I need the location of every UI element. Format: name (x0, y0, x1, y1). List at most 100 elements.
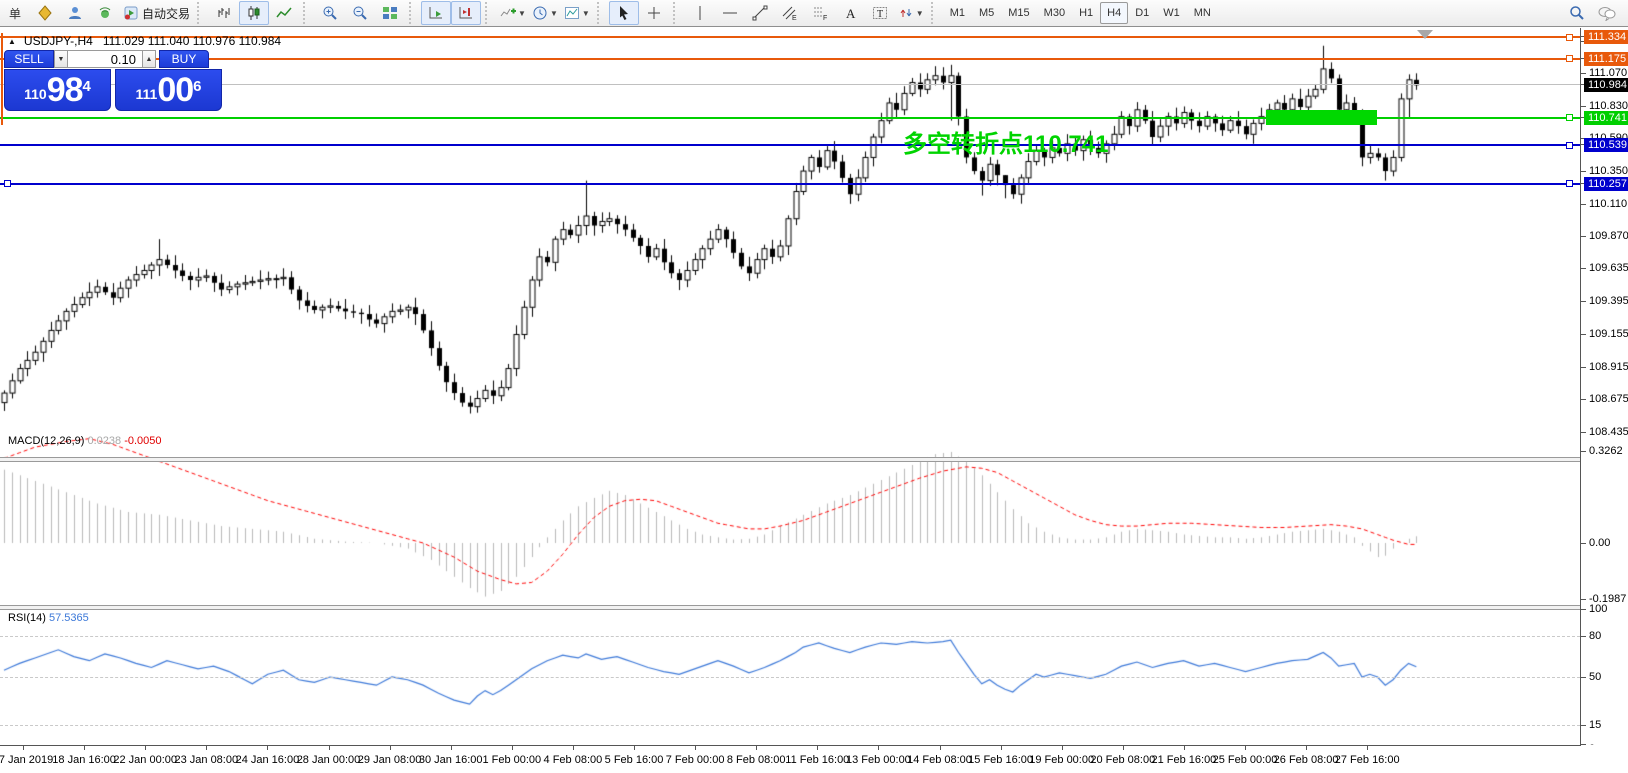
autotrading-button[interactable]: 自动交易 (120, 1, 193, 25)
zoom-in-button[interactable] (315, 1, 345, 25)
rsi-axis-label: 50 (1589, 671, 1601, 683)
price-badge: 110.984 (1584, 78, 1628, 92)
svg-text:F: F (823, 15, 827, 21)
resistance-line-2[interactable] (0, 58, 1580, 60)
signals-button[interactable] (90, 1, 120, 25)
chat-button[interactable] (1592, 1, 1622, 25)
price-tick (1581, 204, 1586, 205)
toolbar-separator (931, 2, 940, 24)
timeframe-w1-button[interactable]: W1 (1156, 2, 1187, 24)
time-tick-label: 23 Jan 08:00 (174, 754, 238, 766)
time-tick (695, 746, 696, 750)
pivot-annotation-text[interactable]: 多空转折点110.741 (903, 124, 1108, 159)
horizontal-line-button[interactable] (715, 1, 745, 25)
chart-window[interactable]: 多空转折点110.741 ▲ USDJPY-,H4 111.029 111.04… (0, 28, 1628, 773)
auto-scroll-button[interactable] (421, 1, 451, 25)
price-chart-canvas[interactable] (0, 28, 1580, 745)
chevron-down-icon[interactable]: ▼ (550, 9, 558, 18)
text-label-icon: T (872, 5, 888, 21)
timeframe-m30-button[interactable]: M30 (1037, 2, 1072, 24)
line-drag-handle[interactable] (1566, 180, 1573, 187)
trendline-button[interactable] (745, 1, 775, 25)
time-tick (878, 746, 879, 750)
time-tick (1001, 746, 1002, 750)
new-order-button[interactable]: 单 (0, 1, 30, 25)
volume-input[interactable] (68, 50, 142, 68)
rsi-level-line (0, 636, 1580, 637)
buy-price-display[interactable]: 111006 (115, 69, 222, 111)
price-tick (1581, 367, 1586, 368)
tile-windows-button[interactable] (375, 1, 405, 25)
support-line-2[interactable] (0, 183, 1580, 185)
horizontal-line-icon (722, 5, 738, 21)
chevron-down-icon[interactable]: ▼ (582, 9, 590, 18)
timeframe-h1-button[interactable]: H1 (1072, 2, 1100, 24)
line-drag-handle[interactable] (1566, 34, 1573, 41)
pane-separator-rsi[interactable] (0, 605, 1580, 610)
time-tick-label: 29 Jan 08:00 (358, 754, 422, 766)
time-tick (1062, 746, 1063, 750)
price-tick-label: 110.110 (1589, 198, 1627, 210)
sell-button[interactable]: SELL (4, 50, 54, 68)
rsi-level-line (0, 677, 1580, 678)
cursor-button[interactable] (609, 1, 639, 25)
bar-chart-button[interactable] (209, 1, 239, 25)
periods-button[interactable]: ▼ (529, 1, 561, 25)
pivot-zone-rectangle[interactable] (1266, 110, 1377, 125)
indicators-button[interactable]: ▼ (497, 1, 529, 25)
time-axis[interactable]: 17 Jan 201918 Jan 16:0022 Jan 00:0023 Ja… (0, 745, 1628, 773)
macd-axis-label: 0.00 (1589, 537, 1610, 549)
timeframe-d1-button[interactable]: D1 (1128, 2, 1156, 24)
volume-decrease-button[interactable]: ▼ (54, 50, 68, 68)
rsi-axis-label: 80 (1589, 630, 1601, 642)
fibonacci-button[interactable]: F (805, 1, 835, 25)
fibonacci-icon: F (812, 5, 828, 21)
sell-price-display[interactable]: 110984 (4, 69, 111, 111)
timeframe-mn-button[interactable]: MN (1187, 2, 1218, 24)
market-watch-button[interactable] (30, 1, 60, 25)
vertical-line-button[interactable] (685, 1, 715, 25)
candlestick-chart-button[interactable] (239, 1, 269, 25)
zoom-in-icon (322, 5, 338, 21)
timeframe-h4-button[interactable]: H4 (1100, 2, 1128, 24)
zoom-out-icon (352, 5, 368, 21)
timeframe-m5-button[interactable]: M5 (972, 2, 1001, 24)
current-price-line[interactable] (0, 84, 1580, 85)
chart-shift-button[interactable] (451, 1, 481, 25)
line-drag-handle[interactable] (1566, 55, 1573, 62)
timeframe-m1-button[interactable]: M1 (943, 2, 972, 24)
timeframe-m15-button[interactable]: M15 (1001, 2, 1036, 24)
price-badge: 111.334 (1584, 30, 1628, 44)
ohlc-close: 110.984 (239, 34, 282, 48)
line-drag-handle[interactable] (1566, 142, 1573, 149)
equidistant-channel-button[interactable]: E (775, 1, 805, 25)
templates-icon (564, 5, 580, 21)
rsi-label: RSI(14) 57.5365 (8, 612, 89, 624)
text-label-button[interactable]: T (865, 1, 895, 25)
chevron-down-icon[interactable]: ▼ (518, 9, 526, 18)
time-tick (1123, 746, 1124, 750)
chart-title: ▲ USDJPY-,H4 111.029 111.040 110.976 110… (8, 34, 281, 48)
line-chart-button[interactable] (269, 1, 299, 25)
text-button[interactable]: A (835, 1, 865, 25)
search-button[interactable] (1562, 1, 1592, 25)
line-drag-handle[interactable] (1566, 114, 1573, 121)
time-tick-label: 22 Jan 00:00 (113, 754, 177, 766)
price-axis[interactable]: 111.305111.070110.830110.590110.350110.1… (1580, 28, 1628, 745)
pane-separator-macd[interactable] (0, 457, 1580, 462)
time-tick-label: 27 Feb 16:00 (1335, 754, 1400, 766)
navigator-button[interactable] (60, 1, 90, 25)
line-drag-handle[interactable] (4, 180, 11, 187)
buy-button[interactable]: BUY (159, 50, 209, 68)
chart-shift-marker[interactable] (1417, 30, 1433, 39)
one-click-panel-toggle-icon[interactable]: ▲ (8, 37, 16, 46)
chevron-down-icon[interactable]: ▼ (916, 9, 924, 18)
arrows-button[interactable]: ▼ (895, 1, 927, 25)
support-line-1[interactable] (0, 144, 1580, 146)
time-tick-label: 24 Jan 16:00 (236, 754, 300, 766)
crosshair-button[interactable] (639, 1, 669, 25)
time-tick (206, 746, 207, 750)
volume-increase-button[interactable]: ▲ (142, 50, 156, 68)
zoom-out-button[interactable] (345, 1, 375, 25)
templates-button[interactable]: ▼ (561, 1, 593, 25)
